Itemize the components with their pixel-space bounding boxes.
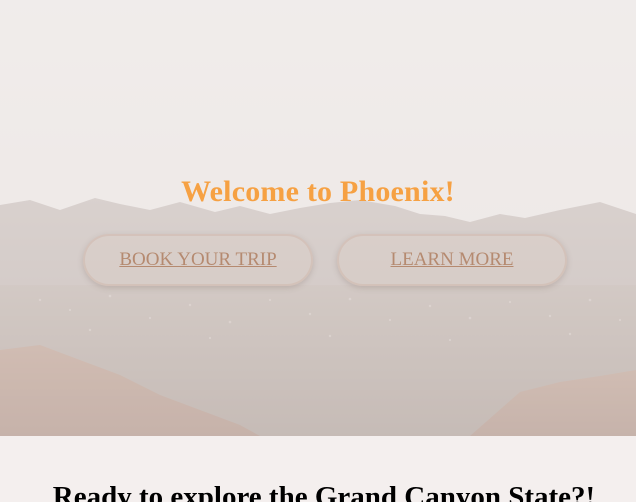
learn-more-button[interactable]: LEARN MORE [337, 234, 567, 286]
hero-section: Welcome to Phoenix! BOOK YOUR TRIP LEARN… [0, 0, 636, 436]
tagline: Ready to explore the Grand Canyon State?… [52, 481, 596, 502]
book-your-trip-button[interactable]: BOOK YOUR TRIP [83, 234, 313, 286]
hero-title: Welcome to Phoenix! [181, 175, 455, 209]
page: Welcome to Phoenix! BOOK YOUR TRIP LEARN… [0, 0, 636, 502]
hero-overlay [0, 0, 636, 436]
